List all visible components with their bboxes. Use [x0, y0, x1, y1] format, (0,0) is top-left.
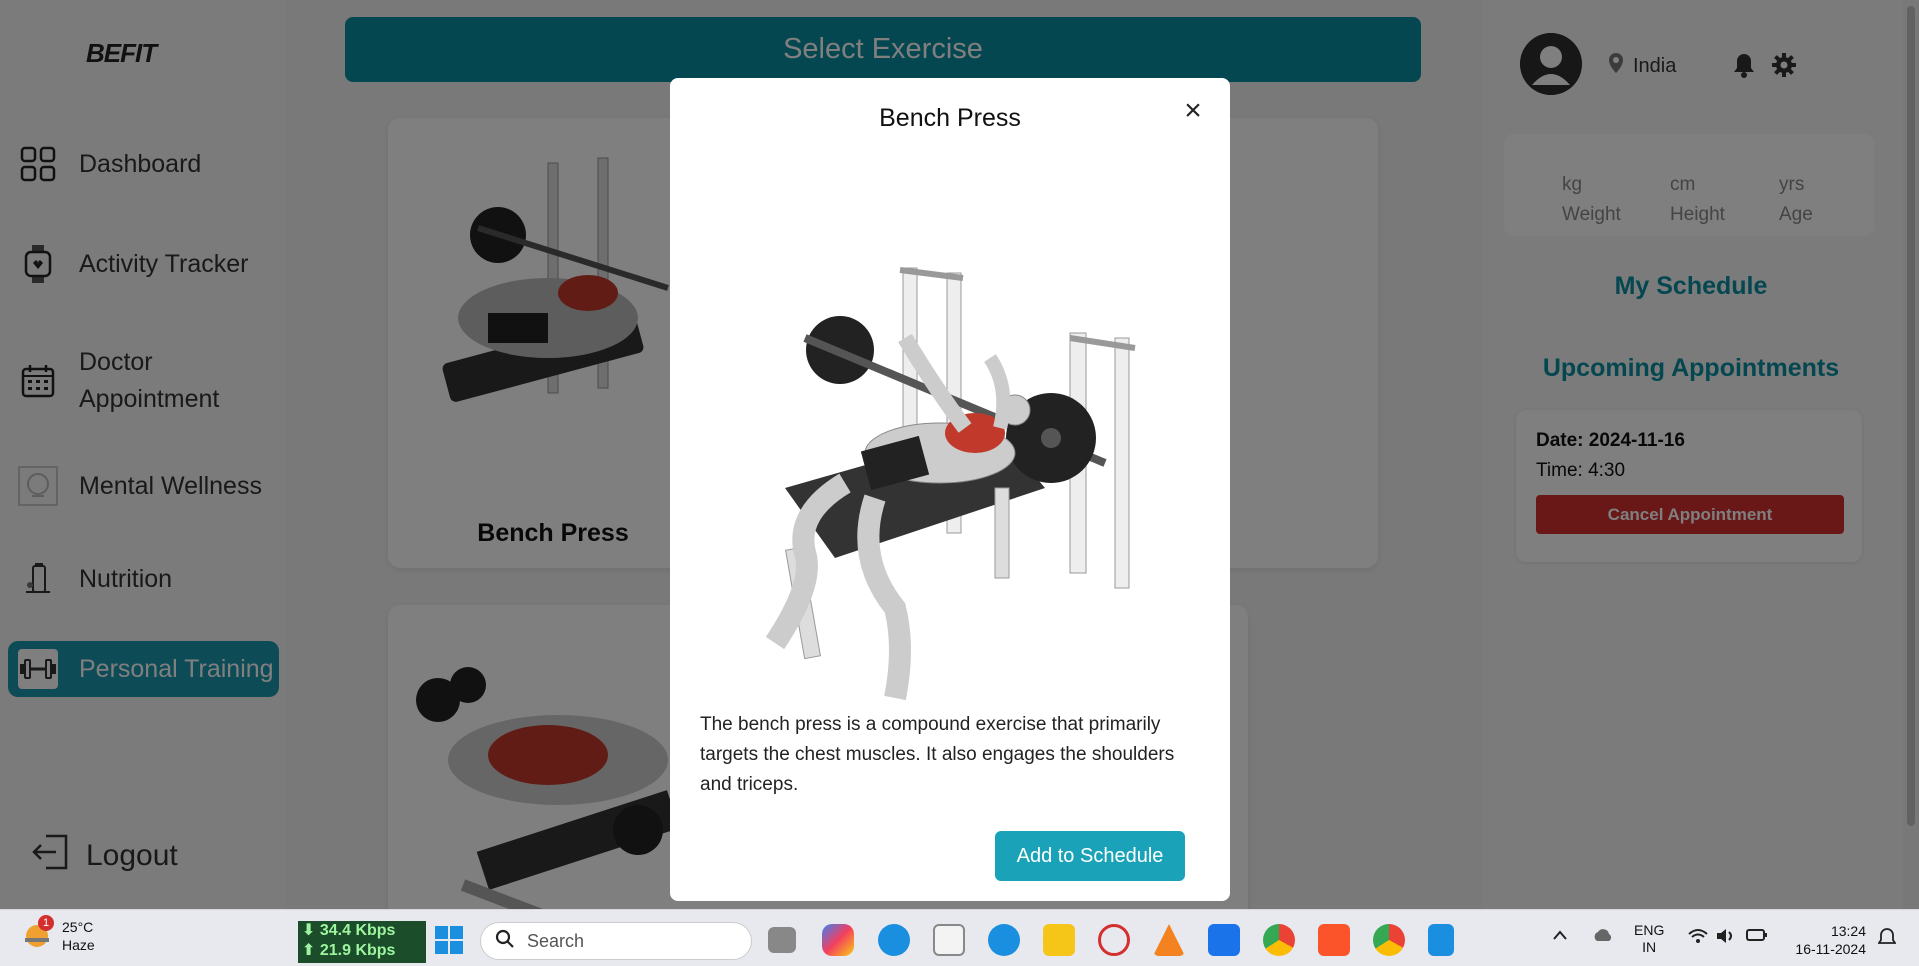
- taskbar: 1 25°C Haze ⬇ 34.4 Kbps ⬆ 21.9 Kbps Searc…: [0, 909, 1919, 966]
- copilot-icon[interactable]: [822, 924, 854, 956]
- vscode-icon[interactable]: [1208, 924, 1240, 956]
- vlc-icon[interactable]: [1153, 924, 1185, 956]
- network-speed-widget: ⬇ 34.4 Kbps ⬆ 21.9 Kbps: [298, 921, 426, 963]
- weather-desc: Haze: [62, 937, 95, 953]
- chrome-icon[interactable]: [1263, 924, 1295, 956]
- clock-time: 13:24: [1830, 923, 1866, 939]
- clock-date: 16-11-2024: [1795, 941, 1866, 957]
- help-icon[interactable]: [878, 924, 910, 956]
- clock[interactable]: 13:24 16-11-2024: [1786, 922, 1866, 958]
- net-down: 34.4 Kbps: [319, 922, 396, 939]
- net-up: 21.9 Kbps: [319, 942, 396, 959]
- search-placeholder: Search: [527, 930, 585, 951]
- onedrive-icon[interactable]: [1592, 928, 1614, 945]
- chrome-active-icon[interactable]: [1373, 924, 1405, 956]
- app-window: BEFIT Dashboard Activity Tracker Doctor …: [0, 0, 1919, 909]
- brave-icon[interactable]: [1318, 924, 1350, 956]
- lang-line1: ENG: [1634, 922, 1665, 938]
- language-indicator[interactable]: ENG IN: [1634, 922, 1664, 956]
- taskbar-search[interactable]: Search: [480, 922, 752, 960]
- chevron-up-icon[interactable]: [1552, 928, 1568, 944]
- weather-icon: 1: [22, 915, 54, 951]
- exercise-modal: Bench Press × The bench press is a compo…: [670, 78, 1230, 901]
- volume-icon[interactable]: [1716, 928, 1736, 947]
- wifi-icon[interactable]: [1688, 928, 1708, 947]
- modal-title: Bench Press: [879, 104, 1021, 132]
- notification-bell-icon[interactable]: [1877, 928, 1897, 951]
- modal-description: The bench press is a compound exercise t…: [700, 714, 1175, 795]
- windows-start-icon[interactable]: [433, 924, 465, 956]
- weather-widget[interactable]: 1 25°C Haze: [22, 915, 95, 954]
- task-view-icon[interactable]: [768, 927, 796, 953]
- record-icon[interactable]: [1098, 924, 1130, 956]
- store-icon[interactable]: [933, 924, 965, 956]
- download-arrow-icon: ⬇: [302, 922, 316, 939]
- upload-arrow-icon: ⬆: [302, 942, 316, 959]
- battery-icon[interactable]: [1746, 928, 1768, 945]
- edge-browser-icon[interactable]: [988, 924, 1020, 956]
- close-icon[interactable]: ×: [1178, 96, 1208, 126]
- bench-press-image: [765, 267, 1136, 701]
- weather-temp: 25°C: [62, 919, 94, 935]
- search-icon: [495, 929, 515, 954]
- lang-line2: IN: [1642, 939, 1657, 955]
- weather-badge: 1: [38, 915, 54, 931]
- file-explorer-icon[interactable]: [1043, 924, 1075, 956]
- add-to-schedule-button[interactable]: Add to Schedule: [995, 831, 1185, 881]
- notepad-icon[interactable]: [1428, 924, 1454, 956]
